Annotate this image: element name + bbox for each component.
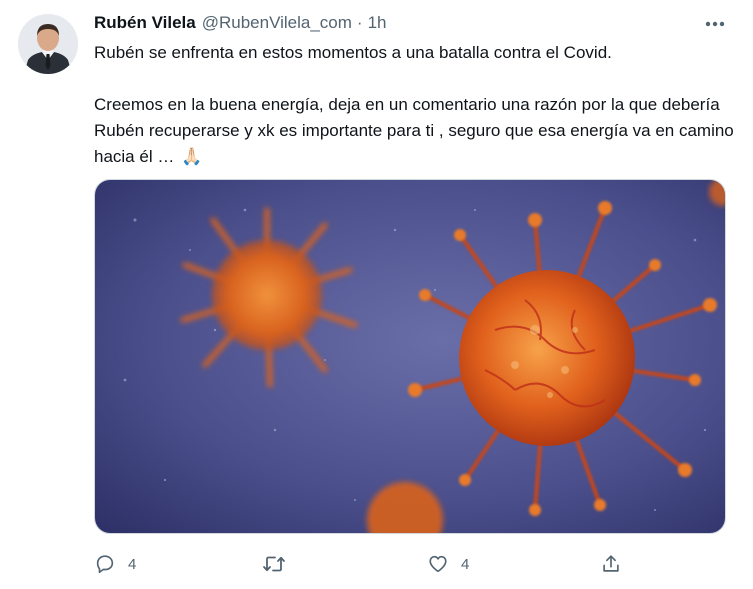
like-count: 4 [461,555,470,573]
like-button[interactable]: 4 [427,548,469,580]
praying-hands-emoji: 🙏🏻 [181,147,203,166]
tweet-paragraph-2: Creemos en la buena energía, deja en un … [94,92,734,170]
tweet-text: Rubén se enfrenta en estos momentos a un… [94,40,734,170]
author-name[interactable]: Rubén Vilela [94,13,196,33]
more-options-button[interactable] [700,13,730,35]
reply-count: 4 [128,555,137,573]
retweet-button[interactable] [262,548,298,580]
virus-illustration [95,180,725,533]
tweet-actions: 4 4 [94,548,634,580]
avatar-image [18,14,78,74]
reply-button[interactable]: 4 [94,548,136,580]
reply-icon [96,555,114,574]
tweet-paragraph-1: Rubén se enfrenta en estos momentos a un… [94,43,612,62]
separator-dot: · [356,13,363,32]
tweet-time[interactable]: 1h [368,13,387,33]
share-button[interactable] [600,548,622,580]
retweet-icon [263,556,285,572]
tweet-header: Rubén Vilela @RubenVilela_com · 1h [94,12,387,34]
tweet[interactable]: Rubén Vilela @RubenVilela_com · 1h Rubén… [0,0,753,589]
author-handle[interactable]: @RubenVilela_com [202,13,352,33]
heart-icon [429,555,447,573]
more-horizontal-icon [705,21,725,27]
share-icon [603,555,619,572]
avatar[interactable] [18,14,78,74]
tweet-media-image[interactable] [94,179,726,534]
